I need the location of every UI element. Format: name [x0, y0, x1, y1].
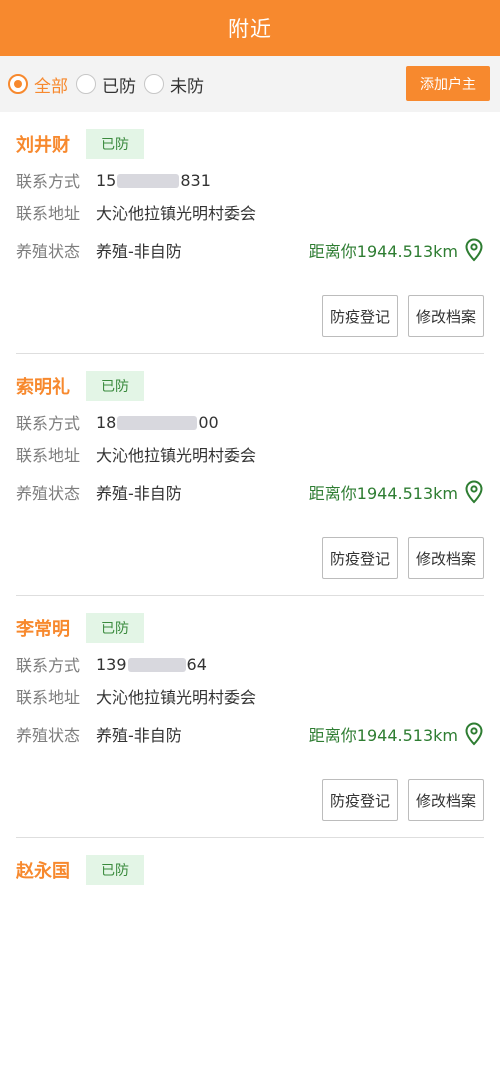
map-pin-icon [465, 238, 483, 262]
distance-info[interactable]: 距离你1944.513km [309, 480, 484, 504]
farmer-card: 索明礼 已防 联系方式 18 00 联系地址 大沁他拉镇光明村委会 养殖状态 养殖… [16, 354, 484, 596]
filter-protected-radio[interactable]: 已防 [76, 72, 136, 97]
contact-label: 联系方式 [16, 414, 81, 433]
edit-profile-button[interactable]: 修改档案 [407, 295, 484, 337]
status-badge: 已防 [86, 371, 144, 401]
status-badge: 已防 [86, 613, 144, 643]
epidemic-register-button[interactable]: 防疫登记 [321, 537, 398, 579]
radio-selected-icon [8, 74, 28, 94]
farmer-name: 赵永国 [16, 861, 70, 882]
status-label: 养殖状态 [16, 484, 81, 503]
edit-profile-button[interactable]: 修改档案 [407, 537, 484, 579]
address-label: 联系地址 [16, 688, 81, 707]
address-label: 联系地址 [16, 204, 81, 223]
address-value: 大沁他拉镇光明村委会 [96, 204, 257, 223]
farmer-name: 刘井财 [16, 135, 70, 156]
distance-info[interactable]: 距离你1944.513km [309, 722, 484, 746]
redaction-blur [117, 416, 198, 430]
phone-value: 139 64 [96, 654, 207, 674]
map-pin-icon [465, 480, 483, 504]
filter-unprotected-label: 未防 [170, 76, 204, 97]
status-label: 养殖状态 [16, 726, 81, 745]
app-header: 附近 [0, 0, 500, 56]
distance-text: 距离你1944.513km [308, 242, 458, 261]
filter-protected-label: 已防 [102, 76, 136, 97]
add-farmer-button[interactable]: 添加户主 [406, 66, 490, 101]
farmer-card: 李常明 已防 联系方式 139 64 联系地址 大沁他拉镇光明村委会 养殖状态 养… [16, 596, 484, 838]
edit-profile-button[interactable]: 修改档案 [407, 779, 484, 821]
distance-info[interactable]: 距离你1944.513km [309, 238, 484, 262]
radio-unselected-icon [76, 74, 96, 94]
status-value: 养殖-非自防 [96, 484, 182, 503]
farmer-list: 刘井财 已防 联系方式 15 831 联系地址 大沁他拉镇光明村委会 养殖状态 养… [0, 112, 500, 1080]
distance-text: 距离你1944.513km [308, 726, 458, 745]
filter-unprotected-radio[interactable]: 未防 [144, 72, 204, 97]
filter-all-label: 全部 [34, 76, 68, 97]
address-value: 大沁他拉镇光明村委会 [96, 446, 257, 465]
farmer-card: 赵永国 已防 [16, 838, 484, 1080]
distance-text: 距离你1944.513km [308, 484, 458, 503]
status-label: 养殖状态 [16, 242, 81, 261]
status-value: 养殖-非自防 [96, 726, 182, 745]
filter-all-radio[interactable]: 全部 [8, 72, 68, 97]
phone-value: 18 00 [96, 412, 219, 432]
status-badge: 已防 [86, 129, 144, 159]
phone-value: 15 831 [96, 170, 211, 190]
filter-bar: 全部 已防 未防 添加户主 [0, 56, 500, 112]
address-label: 联系地址 [16, 446, 81, 465]
map-pin-icon [465, 722, 483, 746]
farmer-card: 刘井财 已防 联系方式 15 831 联系地址 大沁他拉镇光明村委会 养殖状态 养… [16, 112, 484, 354]
page-title: 附近 [228, 17, 272, 41]
redaction-blur [127, 658, 186, 672]
contact-label: 联系方式 [16, 172, 81, 191]
epidemic-register-button[interactable]: 防疫登记 [321, 295, 398, 337]
contact-label: 联系方式 [16, 656, 81, 675]
farmer-name: 索明礼 [16, 377, 70, 398]
redaction-blur [117, 174, 180, 188]
status-badge: 已防 [86, 855, 144, 885]
address-value: 大沁他拉镇光明村委会 [96, 688, 257, 707]
epidemic-register-button[interactable]: 防疫登记 [321, 779, 398, 821]
radio-unselected-icon [144, 74, 164, 94]
status-value: 养殖-非自防 [96, 242, 182, 261]
farmer-name: 李常明 [16, 619, 70, 640]
